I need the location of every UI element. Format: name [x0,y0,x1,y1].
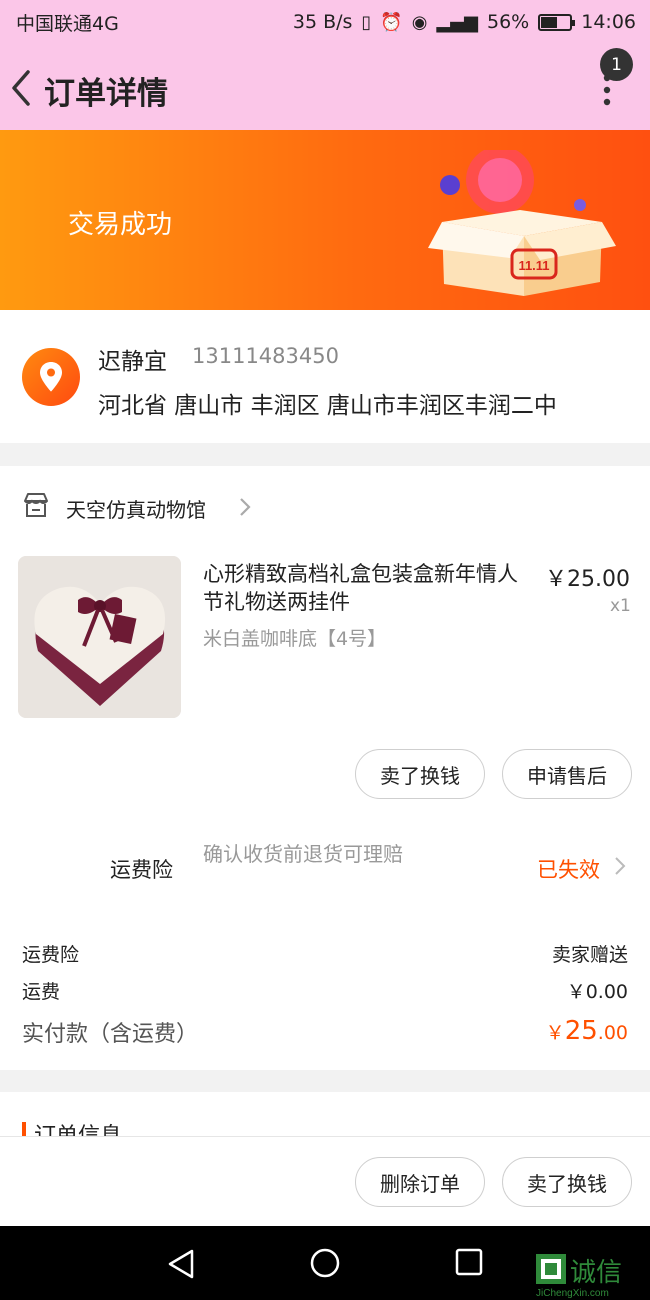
site-watermark-logo: 诚信 JiChengXin.com [536,1254,622,1298]
total-label: 实付款（含运费） [22,1022,199,1047]
bottom-action-bar: 删除订单 卖了换钱 [0,1136,650,1226]
notification-badge: 1 [600,48,633,81]
gift-box-illustration: 11.11 [428,150,616,296]
shop-name[interactable]: 天空仿真动物馆 [66,494,206,523]
page-title: 订单详情 [44,76,168,112]
alarm-icon: ⏰ [380,11,403,33]
svg-text:11.11: 11.11 [518,258,549,273]
chevron-right-icon[interactable] [238,496,252,518]
order-status-banner: 交易成功 11.11 [0,130,650,310]
fee-value: 卖家赠送 [551,944,628,966]
order-status-text: 交易成功 [68,210,173,240]
watermark-sub: JiChengXin.com [536,1288,609,1298]
system-back-icon[interactable] [166,1248,196,1280]
chevron-right-icon[interactable] [614,856,626,876]
carrier-label: 中国联通4G [16,12,119,35]
after-sales-button[interactable]: 申请售后 [502,749,632,799]
battery-icon [538,13,576,31]
fee-value: ￥0.00 [566,981,628,1003]
watermark-text: 诚信 [570,1258,622,1288]
shipping-insurance-label: 运费险 [110,858,173,882]
total-currency: ￥ [545,1022,565,1044]
order-info-section: 订单信息 [0,1092,650,1136]
product-image[interactable] [18,556,181,718]
battery-fill [541,16,557,28]
product-title[interactable]: 心形精致高档礼盒包装盒新年情人节礼物送两挂件 [203,560,533,616]
product-price: ￥25.00 [545,567,630,592]
battery-percent: 56% [487,11,530,33]
eye-icon: ◉ [411,11,428,33]
shipping-address[interactable]: 迟静宜 13111483450 河北省 唐山市 丰润区 唐山市丰润区丰润二中 [0,310,650,443]
vibrate-icon: ▯ [361,11,372,33]
status-indicators: 35 B/s ▯ ⏰ ◉ ▂▄▆ 56% 14:06 [293,11,636,33]
delete-order-button[interactable]: 删除订单 [355,1157,485,1207]
address-line: 河北省 唐山市 丰润区 唐山市丰润区丰润二中 [98,393,557,419]
status-bar: 中国联通4G 35 B/s ▯ ⏰ ◉ ▂▄▆ 56% 14:06 [0,0,650,44]
shipping-insurance-desc: 确认收货前退货可理赔 [203,842,403,866]
recipient-phone: 13111483450 [192,344,339,368]
product-quantity: x1 [610,596,631,616]
back-icon[interactable] [8,68,36,108]
system-home-icon[interactable] [309,1247,341,1279]
sell-for-cash-button[interactable]: 卖了换钱 [502,1157,632,1207]
fee-row-shipping: 运费 ￥0.00 [22,977,628,1004]
clock: 14:06 [581,11,636,33]
product-spec: 米白盖咖啡底【4号】 [203,628,387,650]
signal-icon: ▂▄▆ [436,11,478,33]
fee-label: 运费 [22,981,61,1003]
section-accent-bar [22,1122,26,1136]
shipping-insurance-status[interactable]: 已失效 [537,854,600,884]
location-pin-icon [22,348,80,406]
nav-bar: 订单详情 1 [0,44,650,130]
system-recents-icon[interactable] [455,1248,483,1276]
total-decimal: .00 [597,1022,628,1044]
store-icon [24,493,48,517]
total-amount: ￥25.00 [546,1016,628,1048]
fee-label: 运费险 [22,944,80,966]
order-info-title: 订单信息 [34,1118,122,1136]
net-speed: 35 B/s [292,11,353,33]
sell-for-cash-button[interactable]: 卖了换钱 [355,749,485,799]
order-card: 天空仿真动物馆 心形精致高档礼盒包装盒新年情人节礼物送两挂件 米白盖咖啡底【4号… [0,466,650,1070]
total-integer: 25 [564,1016,598,1046]
recipient-name: 迟静宜 [98,349,167,375]
fee-row-total: 实付款（含运费） ￥25.00 [22,1016,628,1048]
heart-gift-box-image [18,556,181,718]
fee-row-insurance: 运费险 卖家赠送 [22,940,628,967]
